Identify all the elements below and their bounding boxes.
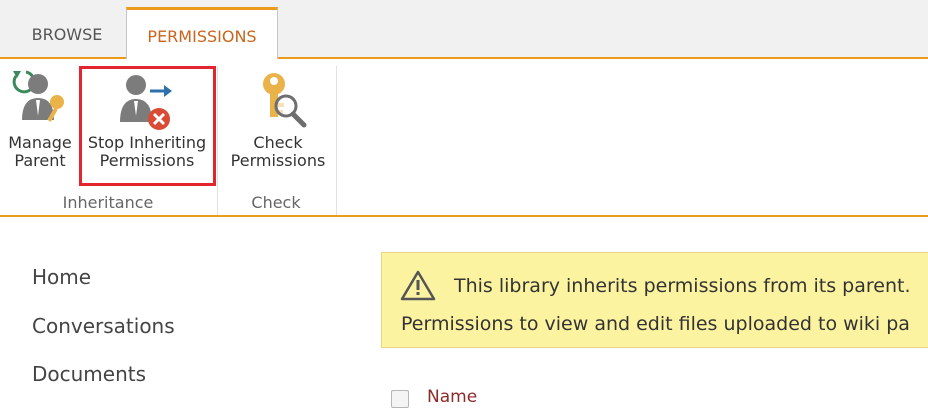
manage-parent-label-1: Manage: [8, 133, 72, 152]
tab-browse[interactable]: BROWSE: [14, 13, 120, 58]
warning-message-line-2: Permissions to view and edit files uploa…: [401, 313, 910, 335]
warning-icon: [400, 270, 436, 301]
manage-parent-label-2: Parent: [14, 151, 66, 170]
manage-parent-button[interactable]: Manage Parent: [0, 66, 80, 184]
check-permissions-label-1: Check: [253, 133, 303, 152]
manage-parent-icon: [12, 70, 64, 122]
check-permissions-icon: [263, 73, 307, 128]
warning-message-line-1: This library inherits permissions from i…: [454, 275, 911, 297]
nav-item-conversations[interactable]: Conversations: [32, 314, 175, 338]
inheritance-warning-banner: This library inherits permissions from i…: [381, 252, 928, 348]
ribbon-divider: [0, 215, 928, 217]
select-all-checkbox[interactable]: [391, 390, 409, 408]
nav-item-home[interactable]: Home: [32, 265, 91, 289]
check-permissions-label-2: Permissions: [230, 151, 326, 170]
nav-item-documents[interactable]: Documents: [32, 362, 146, 386]
stop-inheriting-highlight: [79, 66, 216, 186]
check-permissions-button[interactable]: Check Permissions: [222, 66, 334, 184]
group-label-inheritance: Inheritance: [62, 193, 154, 212]
group-label-check: Check: [251, 193, 301, 212]
ribbon-group-separator: [336, 66, 337, 216]
column-header-name[interactable]: Name: [427, 387, 477, 407]
tab-permissions[interactable]: PERMISSIONS: [126, 7, 278, 59]
